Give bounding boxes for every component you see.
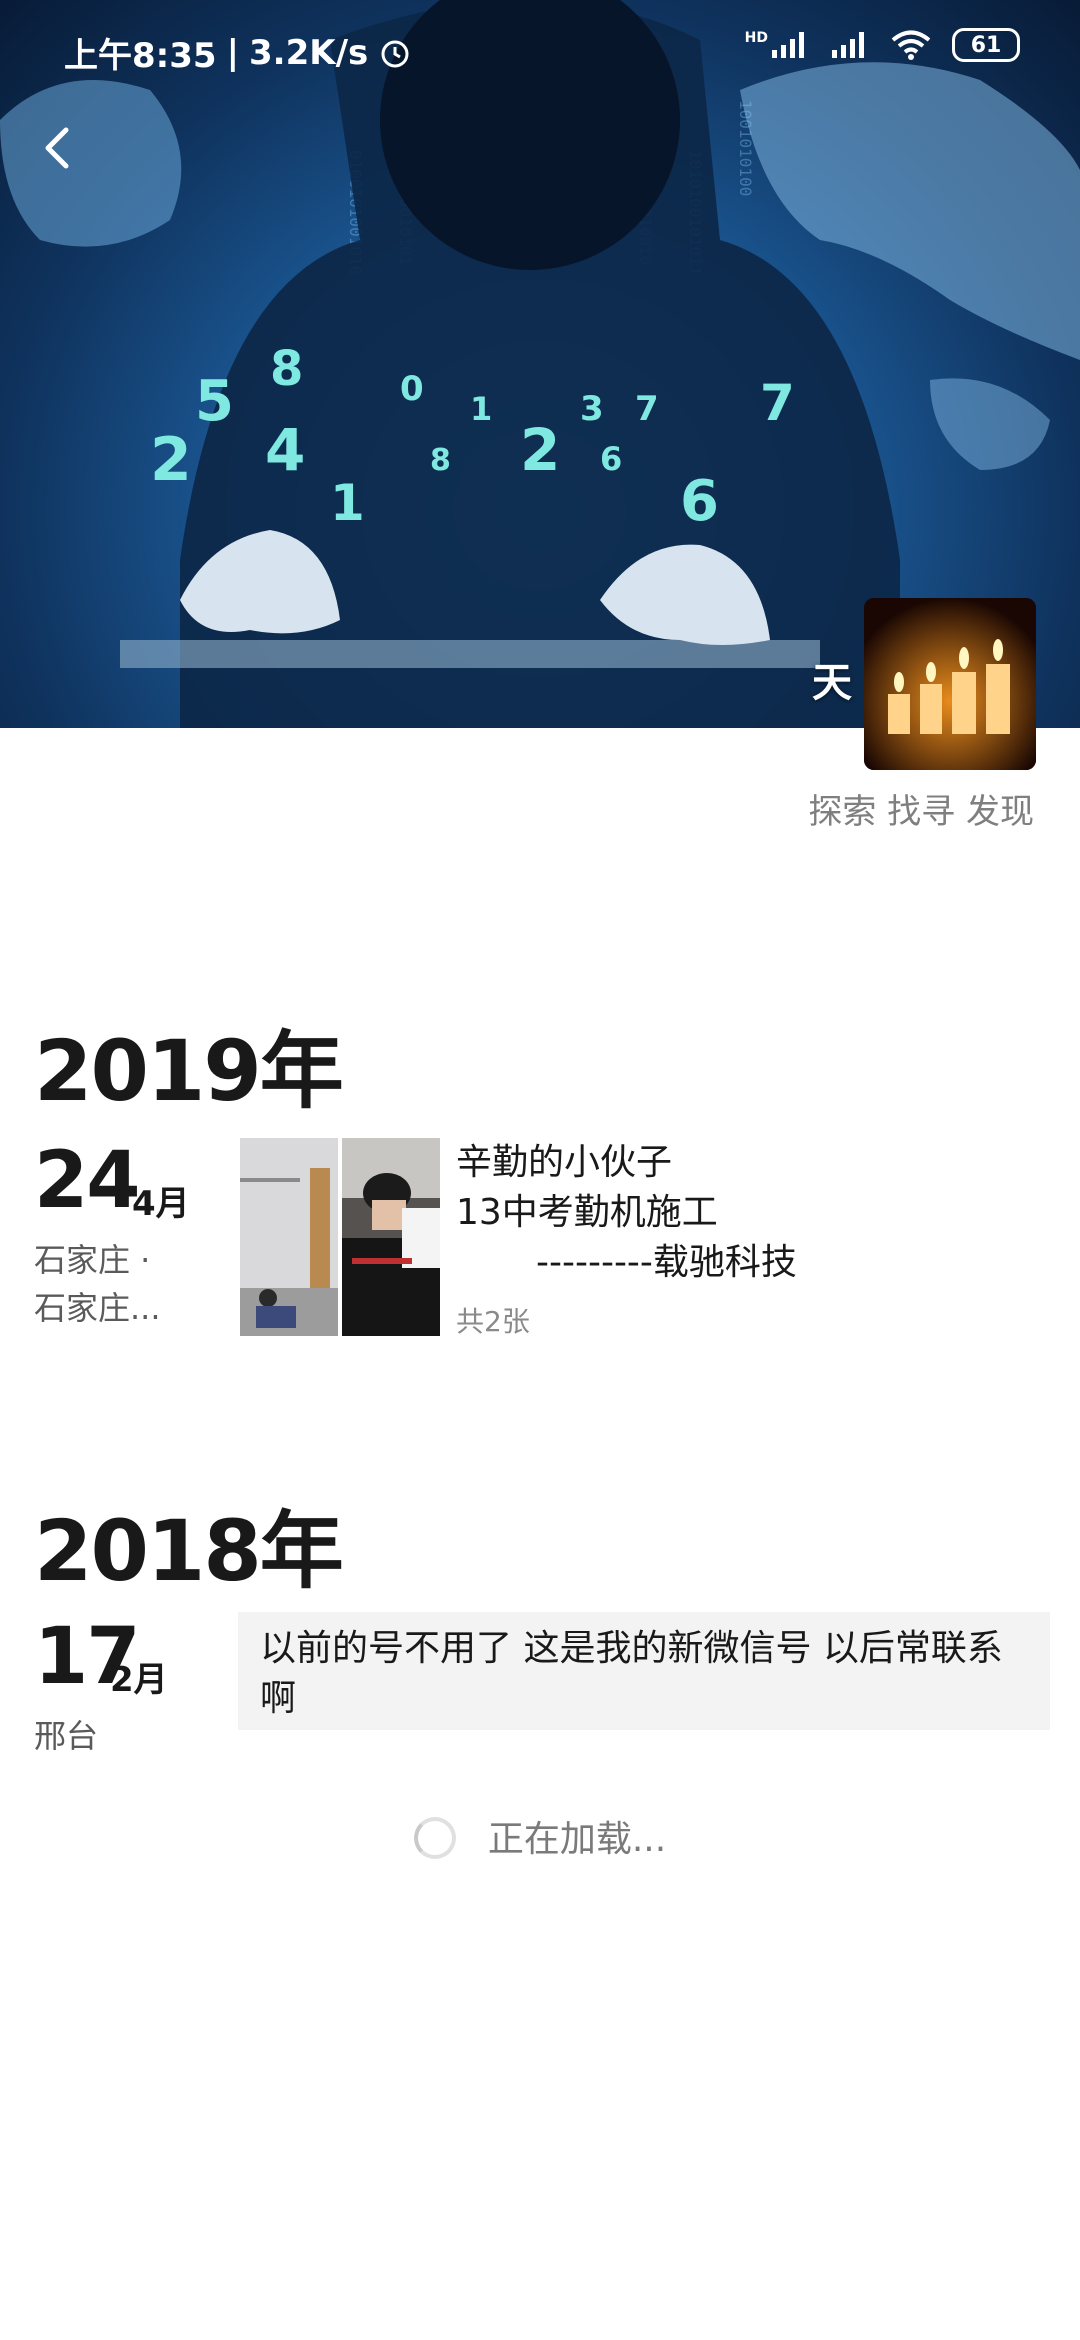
status-net-speed: 3.2K/s: [249, 32, 369, 73]
post-text-line-3: ---------载驰科技: [536, 1242, 797, 1283]
post-month: 2月: [110, 1660, 168, 1700]
svg-text:7: 7: [760, 374, 795, 432]
location-line-2: 石家庄...: [34, 1289, 161, 1327]
svg-text:8: 8: [270, 341, 303, 397]
post-location: 邢台: [34, 1712, 98, 1760]
photo-1-image: [240, 1138, 338, 1336]
post-text[interactable]: 辛勤的小伙子 13中考勤机施工 ---------载驰科技: [456, 1138, 797, 1288]
svg-text:3: 3: [580, 389, 604, 429]
wifi-icon: [891, 30, 931, 60]
svg-text:5: 5: [195, 369, 234, 434]
user-nickname: 天: [812, 660, 852, 706]
loading-indicator: 正在加载...: [0, 1810, 1080, 1862]
user-signature: 探索 找寻 发现: [808, 792, 1034, 832]
status-bar: 上午8:35 | 3.2K/s HD 61: [0, 0, 1080, 100]
spinner-icon: [413, 1817, 456, 1859]
status-divider: |: [226, 32, 239, 73]
battery-level: 61: [970, 32, 1002, 58]
location-line-1: 邢台: [34, 1717, 99, 1755]
post-day: 24: [34, 1136, 141, 1226]
svg-text:1: 1: [470, 390, 492, 428]
svg-text:2: 2: [150, 425, 192, 495]
svg-text:6: 6: [680, 469, 719, 534]
svg-text:0: 0: [400, 369, 424, 409]
year-heading: 2019年: [34, 1022, 344, 1120]
svg-text:2: 2: [520, 416, 560, 484]
status-time: 上午8:35: [64, 36, 217, 76]
svg-text:7: 7: [635, 389, 659, 429]
signal-icon-2: [832, 32, 864, 58]
photo-thumbnail[interactable]: [240, 1138, 338, 1336]
photo-thumbnail[interactable]: [342, 1138, 440, 1336]
photo-count: 共2张: [456, 1305, 530, 1338]
svg-text:8: 8: [430, 443, 451, 478]
location-line-1: 石家庄 ·: [34, 1241, 151, 1279]
photo-2-image: [342, 1138, 440, 1336]
signal-icon: [772, 32, 804, 58]
avatar[interactable]: [864, 598, 1036, 770]
svg-text:6: 6: [600, 440, 622, 478]
post-location: 石家庄 · 石家庄...: [34, 1236, 161, 1332]
back-button[interactable]: [30, 112, 90, 182]
post-photos[interactable]: [240, 1138, 440, 1336]
post-text-line-1: 辛勤的小伙子: [456, 1142, 673, 1183]
battery-indicator: 61: [952, 28, 1020, 62]
candles-image: [864, 598, 1036, 770]
alarm-icon: [381, 40, 409, 67]
post-text-line-2: 13中考勤机施工: [456, 1192, 718, 1233]
loading-text: 正在加载...: [487, 1819, 667, 1860]
svg-text:4: 4: [265, 416, 305, 484]
chevron-left-icon: [45, 127, 69, 169]
post-month: 4月: [132, 1184, 190, 1224]
year-heading: 2018年: [34, 1502, 344, 1600]
svg-text:1: 1: [330, 474, 365, 532]
text-post[interactable]: 以前的号不用了 这是我的新微信号 以后常联系啊: [238, 1612, 1050, 1730]
hd-label: HD: [744, 30, 768, 46]
svg-text:1001010100: 1001010100: [736, 100, 755, 196]
